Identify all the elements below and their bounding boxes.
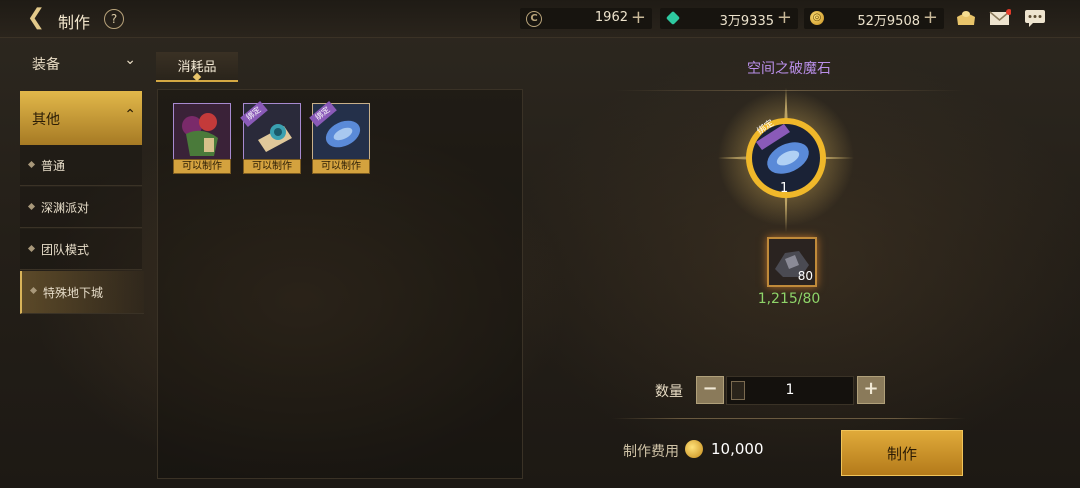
item-slot[interactable]: 绑定 可以制作 [309,101,370,174]
add-gold-button[interactable]: + [923,7,938,28]
currency-credit: C 1962 + [520,7,652,29]
menu-item-label: 普通 [41,159,66,173]
potion-bag-icon [174,104,230,160]
divider [612,418,966,419]
page-title: 制作 [58,13,91,32]
back-arrow-icon[interactable]: ❮ [24,7,48,29]
diamond-bullet-icon [29,286,38,295]
menu-item-abyss-party[interactable]: 深渊派对 [20,187,142,228]
gold-coin-icon [685,440,703,458]
menu-section-label: 装备 [32,57,60,73]
menu-section-label: 其他 [32,112,60,128]
gold-coin-icon: ◎ [810,11,824,25]
mail-icon[interactable] [989,9,1011,27]
quantity-label: 数量 [655,384,683,400]
currency-gold: ◎ 52万9508 + [804,7,944,29]
currency-value: 1962 [594,10,628,25]
diamond-bullet-icon [27,202,36,211]
chevron-up-icon: ⌃ [124,107,136,123]
menu-item-team-mode[interactable]: 团队模式 [20,229,142,270]
currency-value: 52万9508 [857,14,920,29]
help-button[interactable]: ? [104,9,124,29]
tab-consumables[interactable]: 消耗品 [156,52,238,82]
menu-item-label: 团队模式 [41,243,90,257]
craftable-badge: 可以制作 [173,159,231,174]
quantity-input[interactable]: 1 [726,376,854,405]
craftable-badge: 可以制作 [243,159,301,174]
quantity-plus-button[interactable]: + [857,376,885,404]
item-slot[interactable]: 可以制作 [173,103,231,174]
chat-icon[interactable] [1024,9,1046,27]
item-grid: 可以制作 绑定 可以制作 绑定 可以制作 [157,89,523,479]
craftable-badge: 可以制作 [312,159,370,174]
menu-item-label: 深渊派对 [41,201,90,215]
item-slot[interactable]: 绑定 可以制作 [240,101,301,174]
output-count: 1 [780,181,789,196]
cost-label: 制作费用 [623,444,679,460]
menu-section-other[interactable]: 其他 ⌃ [20,91,142,145]
diamond-bullet-icon [27,160,36,169]
cost-value: 10,000 [711,440,764,458]
make-button[interactable]: 制作 [841,430,963,476]
add-gem-button[interactable]: + [777,7,792,28]
currency-value: 3万9335 [719,14,774,29]
selected-item-name: 空间之破魔石 [747,61,831,77]
quantity-value: 1 [785,382,795,398]
shop-icon[interactable] [955,9,977,27]
chevron-down-icon: ⌄ [124,52,136,68]
green-gem-icon [665,10,681,26]
quantity-minus-button[interactable]: − [696,376,724,404]
menu-section-equipment[interactable]: 装备 ⌄ [20,44,142,82]
material-count: 80 [797,269,813,283]
diamond-bullet-icon [27,244,36,253]
add-credit-button[interactable]: + [631,7,646,28]
credit-coin-icon: C [526,11,542,27]
make-button-label: 制作 [886,445,917,463]
menu-item-special-dungeon[interactable]: 特殊地下城 [20,271,144,314]
material-requirement: 1,215/80 [757,291,821,307]
menu-item-normal[interactable]: 普通 [20,145,142,186]
material-slot[interactable]: 80 [767,237,817,287]
menu-item-label: 特殊地下城 [43,286,104,300]
currency-gem: 3万9335 + [660,7,798,29]
